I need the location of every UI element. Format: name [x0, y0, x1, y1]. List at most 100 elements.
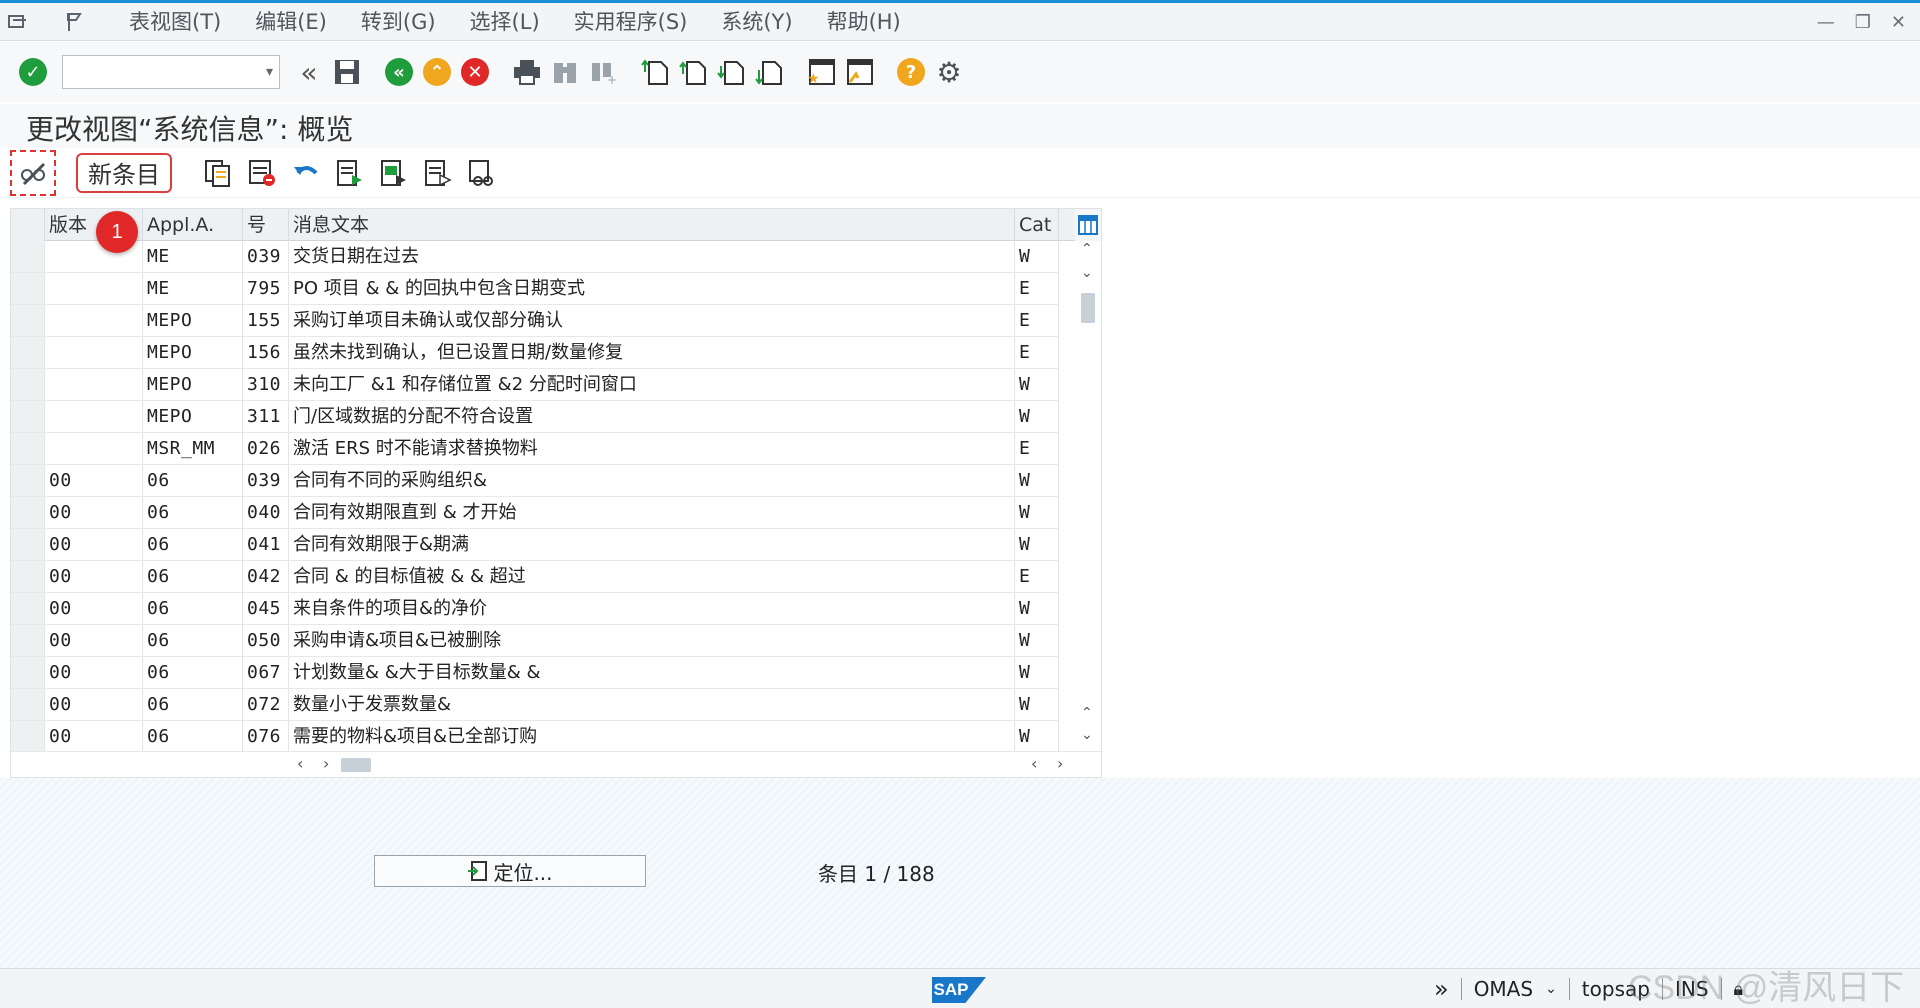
table-row[interactable]: 00 06 067 计划数量& &大于目标数量& & W — [11, 657, 1059, 689]
column-header-appl-area[interactable]: Appl.A. — [143, 209, 243, 241]
column-header-number[interactable]: 号 — [243, 209, 289, 241]
row-selector[interactable] — [11, 657, 45, 688]
expand-status-icon[interactable]: » — [1434, 975, 1449, 1003]
print-button[interactable] — [508, 53, 546, 91]
scroll-left-icon[interactable]: ‹ — [297, 754, 303, 773]
row-selector[interactable] — [11, 369, 45, 400]
table-row[interactable]: ME 795 PO 项目 & & 的回执中包含日期变式 E — [11, 273, 1059, 305]
cell-category: E — [1015, 337, 1059, 368]
table-row[interactable]: 00 06 042 合同 & 的目标值被 & & 超过 E — [11, 561, 1059, 593]
table-row[interactable]: ME 039 交货日期在过去 W — [11, 241, 1059, 273]
last-page-button[interactable] — [750, 53, 788, 91]
new-entries-button[interactable]: 新条目 — [76, 152, 172, 193]
row-selector[interactable] — [11, 497, 45, 528]
find-next-button[interactable]: + — [584, 53, 622, 91]
header-select-all[interactable] — [11, 209, 45, 241]
deselect-all-button[interactable] — [420, 154, 456, 192]
step-badge: 1 — [96, 211, 138, 253]
table-row[interactable]: MSR_MM 026 激活 ERS 时不能请求替换物料 E — [11, 433, 1059, 465]
scroll-down-small-icon[interactable]: ⌄ — [1081, 265, 1093, 281]
position-button[interactable]: 定位... — [374, 855, 646, 887]
display-change-button[interactable] — [10, 149, 56, 196]
shortcut-button[interactable] — [840, 53, 878, 91]
menu-bar: 表视图(T) 编辑(E) 转到(G) 选择(L) 实用程序(S) 系统(Y) 帮助(H) —… — [0, 3, 1920, 41]
scroll-right-icon[interactable]: › — [323, 754, 329, 773]
table-row[interactable]: 00 06 076 需要的物料&项目&已全部订购 W — [11, 721, 1059, 753]
row-selector[interactable] — [11, 401, 45, 432]
collapse-command-icon[interactable]: « — [290, 53, 328, 91]
minimize-icon[interactable]: — — [1817, 12, 1835, 33]
first-page-button[interactable] — [636, 53, 674, 91]
row-selector[interactable] — [11, 465, 45, 496]
menu-item-0[interactable]: 表视图(T) — [112, 3, 238, 41]
row-selector[interactable] — [11, 305, 45, 336]
menu-item-2[interactable]: 转到(G) — [344, 3, 453, 41]
page-down-icon[interactable]: ⌄ — [1081, 727, 1093, 743]
horizontal-scrollbar[interactable]: ‹ › ‹ › — [11, 751, 1101, 777]
row-selector[interactable] — [11, 433, 45, 464]
menu-item-6[interactable]: 帮助(H) — [810, 3, 918, 41]
menu-item-4[interactable]: 实用程序(S) — [557, 3, 705, 41]
page-up-icon[interactable]: ⌃ — [1081, 705, 1093, 721]
table-row[interactable]: MEPO 310 未向工厂 &1 和存储位置 &2 分配时间窗口 W — [11, 369, 1059, 401]
row-selector[interactable] — [11, 529, 45, 560]
horizontal-scroll-thumb[interactable] — [341, 758, 371, 772]
next-page-button[interactable] — [712, 53, 750, 91]
system-dropdown-icon[interactable]: ⌄ — [1545, 981, 1557, 997]
vertical-scrollbar[interactable]: ⌃ ⌄ ⌃ ⌄ — [1075, 241, 1101, 751]
table-row[interactable]: MEPO 156 虽然未找到确认，但已设置日期/数量修复 E — [11, 337, 1059, 369]
table-row[interactable]: MEPO 155 采购订单项目未确认或仅部分确认 E — [11, 305, 1059, 337]
delete-button[interactable] — [244, 154, 280, 192]
select-all-button[interactable] — [332, 154, 368, 192]
cell-appl-area: 06 — [143, 625, 243, 656]
select-block-button[interactable] — [376, 154, 412, 192]
row-selector[interactable] — [11, 337, 45, 368]
row-selector[interactable] — [11, 273, 45, 304]
menu-item-5[interactable]: 系统(Y) — [704, 3, 809, 41]
scroll-left-end-icon[interactable]: ‹ — [1031, 754, 1037, 773]
row-selector[interactable] — [11, 593, 45, 624]
svg-text:★: ★ — [807, 71, 820, 86]
settings-button[interactable]: ⚙ — [930, 53, 968, 91]
menu-item-1[interactable]: 编辑(E) — [238, 3, 344, 41]
table-row[interactable]: 00 06 040 合同有效期限直到 & 才开始 W — [11, 497, 1059, 529]
column-header-message-text[interactable]: 消息文本 — [289, 209, 1015, 241]
restore-icon[interactable]: ❐ — [1855, 12, 1871, 33]
column-header-category[interactable]: Cat — [1015, 209, 1059, 241]
command-field[interactable]: ▾ — [62, 55, 280, 89]
find-button[interactable] — [546, 53, 584, 91]
cancel-button[interactable]: ✕ — [456, 53, 494, 91]
row-selector[interactable] — [11, 241, 45, 272]
undo-button[interactable] — [288, 154, 324, 192]
save-button[interactable] — [328, 53, 366, 91]
row-selector[interactable] — [11, 625, 45, 656]
menu-toggle-icon[interactable] — [0, 3, 36, 41]
table-row[interactable]: MEPO 311 门/区域数据的分配不符合设置 W — [11, 401, 1059, 433]
scroll-up-icon[interactable]: ⌃ — [1081, 241, 1093, 257]
menu-item-3[interactable]: 选择(L) — [453, 3, 557, 41]
enter-button[interactable]: ✓ — [14, 53, 52, 91]
copy-as-button[interactable] — [200, 154, 236, 192]
table-row[interactable]: 00 06 072 数量小于发票数量& W — [11, 689, 1059, 721]
close-window-icon[interactable]: ✕ — [1891, 12, 1906, 33]
exit-button[interactable]: ⌃ — [418, 53, 456, 91]
pin-icon[interactable] — [56, 3, 92, 41]
previous-page-button[interactable] — [674, 53, 712, 91]
back-button[interactable]: « — [380, 53, 418, 91]
table-settings-button[interactable] — [1075, 209, 1101, 241]
cell-category: W — [1015, 401, 1059, 432]
scroll-thumb[interactable] — [1081, 293, 1095, 323]
table-row[interactable]: 00 06 050 采购申请&项目&已被删除 W — [11, 625, 1059, 657]
print-preview-button[interactable] — [464, 154, 500, 192]
row-selector[interactable] — [11, 689, 45, 720]
row-selector[interactable] — [11, 721, 45, 752]
table-row[interactable]: 00 06 039 合同有不同的采购组织& W — [11, 465, 1059, 497]
table-row[interactable]: 00 06 045 来自条件的项目&的净价 W — [11, 593, 1059, 625]
scroll-right-end-icon[interactable]: › — [1057, 754, 1063, 773]
cell-category: W — [1015, 593, 1059, 624]
help-button[interactable]: ? — [892, 53, 930, 91]
row-selector[interactable] — [11, 561, 45, 592]
create-session-button[interactable]: ★ — [802, 53, 840, 91]
table-row[interactable]: 00 06 041 合同有效期限于&期满 W — [11, 529, 1059, 561]
chevron-down-icon[interactable]: ▾ — [266, 64, 273, 80]
